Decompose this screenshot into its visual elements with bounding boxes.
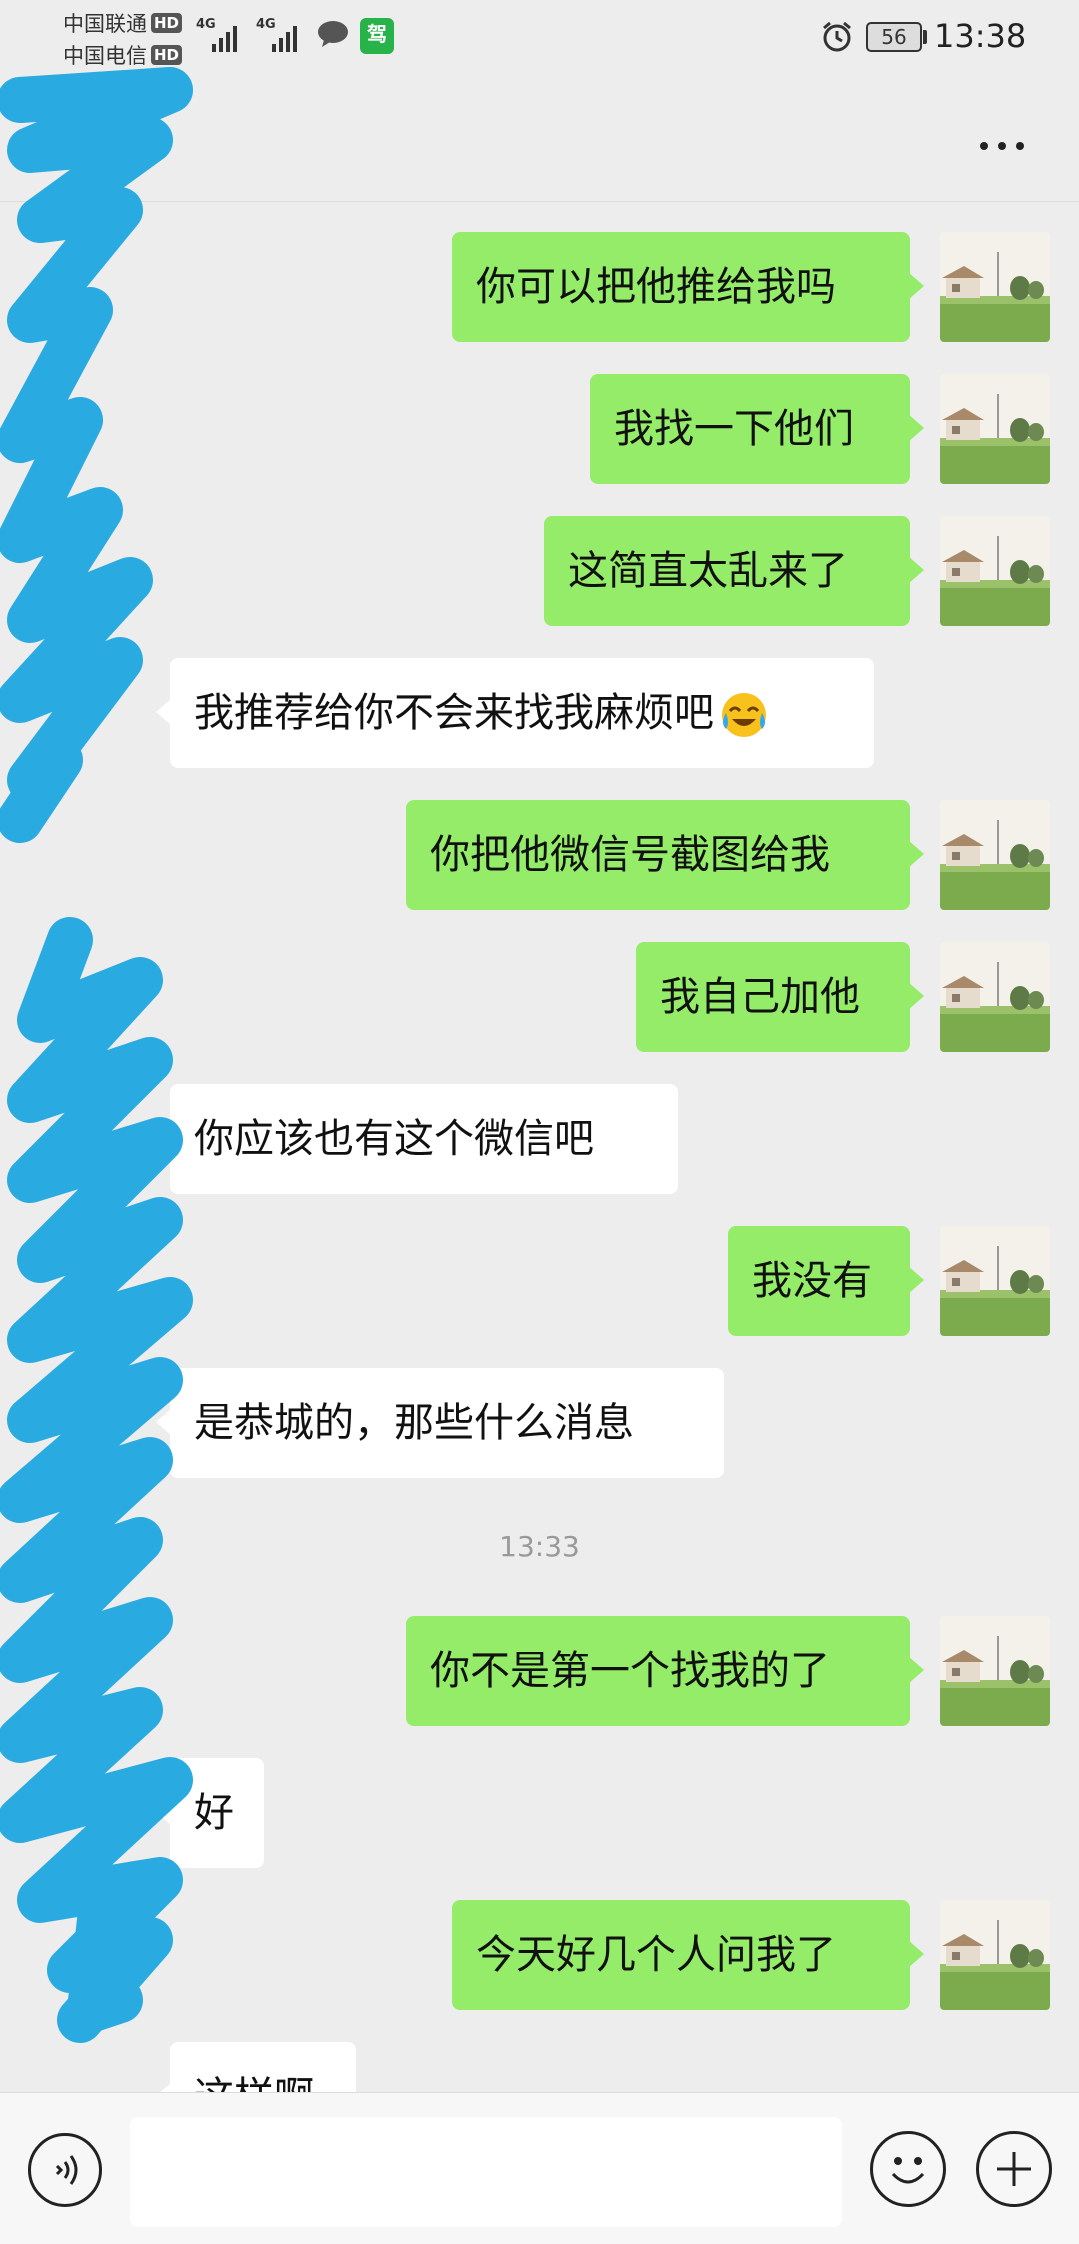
status-time: 13:38 <box>934 17 1027 55</box>
hd-badge-2: HD <box>151 45 183 65</box>
message-bubble-sent[interactable]: 你不是第一个找我的了 <box>406 1616 924 1726</box>
message-bubble-received[interactable]: 你应该也有这个微信吧 <box>156 1084 678 1194</box>
time-divider: 13:33 <box>499 1530 580 1563</box>
message-bubble-sent[interactable]: 这简直太乱来了 <box>544 516 924 626</box>
message-text: 你把他微信号截图给我 <box>430 832 830 878</box>
message-text: 是恭城的，那些什么消息 <box>194 1400 634 1446</box>
user-avatar[interactable] <box>940 232 1050 342</box>
user-avatar[interactable] <box>940 516 1050 626</box>
user-avatar[interactable] <box>940 1616 1050 1726</box>
message-text: 好 <box>194 1790 234 1836</box>
carrier-2-name: 中国电信 <box>63 44 147 68</box>
chat-message-list[interactable]: 你可以把他推给我吗 我找一下他们 这简直太乱来了 我推荐给你不会来找我麻烦吧 你… <box>0 202 1079 2092</box>
message-text: 你可以把他推给我吗 <box>476 264 836 310</box>
signal-icon-2: 4G <box>256 18 308 52</box>
alarm-icon <box>823 21 851 52</box>
plus-icon[interactable] <box>976 2131 1052 2207</box>
message-bubble-received[interactable]: 这样啊 <box>156 2042 356 2092</box>
user-avatar[interactable] <box>940 1226 1050 1336</box>
message-text: 今天好几个人问我了 <box>476 1932 836 1978</box>
message-text: 你不是第一个找我的了 <box>430 1648 830 1694</box>
message-bubble-sent[interactable]: 我找一下他们 <box>590 374 924 484</box>
wechat-status-icon <box>318 21 348 47</box>
more-dots-icon[interactable] <box>972 126 1032 166</box>
message-input[interactable] <box>130 2117 842 2227</box>
voice-icon[interactable] <box>28 2133 102 2207</box>
message-text: 我推荐给你不会来找我麻烦吧 <box>194 690 714 736</box>
user-avatar[interactable] <box>940 800 1050 910</box>
message-bubble-received[interactable]: 是恭城的，那些什么消息 <box>156 1368 724 1478</box>
carrier-1-name: 中国联通 <box>63 12 147 36</box>
message-text: 这简直太乱来了 <box>568 548 848 594</box>
message-bubble-sent[interactable]: 你可以把他推给我吗 <box>452 232 924 342</box>
message-bubble-received[interactable]: 我推荐给你不会来找我麻烦吧 <box>156 658 874 768</box>
app-badge-icon: 驾 <box>360 18 394 54</box>
carrier-2: 中国电信 HD <box>63 40 183 70</box>
user-avatar[interactable] <box>940 1900 1050 2010</box>
input-bar <box>0 2092 1079 2244</box>
message-bubble-received[interactable]: 好 <box>156 1758 264 1868</box>
carrier-1: 中国联通 HD <box>63 8 183 38</box>
battery-icon: 56 <box>866 22 922 52</box>
status-bar: 中国联通 HD 中国电信 HD 4G 4G 驾 56 13:38 <box>0 0 1079 76</box>
user-avatar[interactable] <box>940 374 1050 484</box>
message-bubble-sent[interactable]: 今天好几个人问我了 <box>452 1900 924 2010</box>
message-bubble-sent[interactable]: 我自己加他 <box>636 942 924 1052</box>
message-text: 这样啊 <box>194 2074 314 2092</box>
message-text: 我自己加他 <box>660 974 860 1020</box>
user-avatar[interactable] <box>940 942 1050 1052</box>
signal-icon: 4G <box>196 18 244 52</box>
laughing-crying-emoji-icon <box>722 693 766 737</box>
message-text: 我没有 <box>752 1258 872 1304</box>
chat-header <box>0 76 1079 202</box>
message-bubble-sent[interactable]: 你把他微信号截图给我 <box>406 800 924 910</box>
message-text: 我找一下他们 <box>614 406 854 452</box>
battery-tip <box>923 30 927 44</box>
hd-badge-1: HD <box>151 13 183 33</box>
message-text: 你应该也有这个微信吧 <box>194 1116 594 1162</box>
message-bubble-sent[interactable]: 我没有 <box>728 1226 924 1336</box>
smiley-icon[interactable] <box>870 2131 946 2207</box>
